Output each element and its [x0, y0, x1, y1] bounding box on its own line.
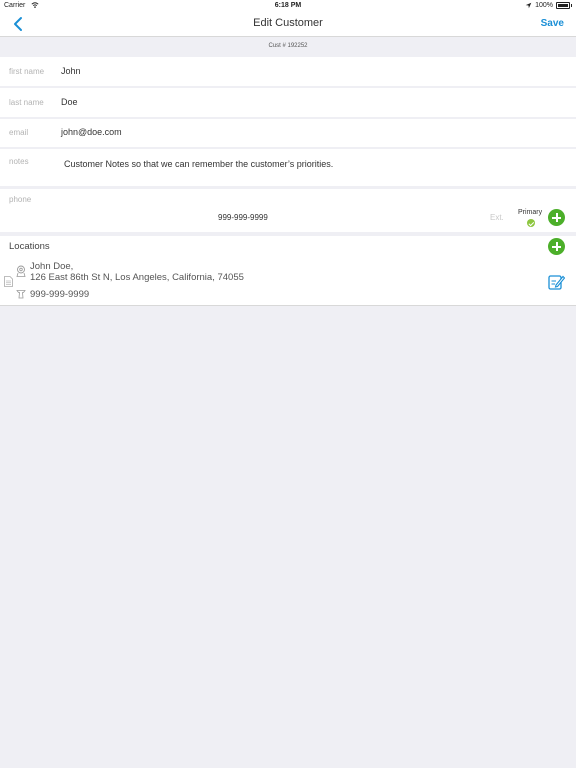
- add-location-button[interactable]: [548, 238, 565, 255]
- last-name-field[interactable]: Doe: [61, 97, 78, 107]
- location-address: 126 East 86th St N, Los Angeles, Califor…: [30, 272, 244, 283]
- clock: 6:18 PM: [274, 2, 302, 9]
- first-name-label: first name: [9, 67, 45, 76]
- battery-icon: [556, 2, 570, 9]
- notes-row[interactable]: notes Customer Notes so that we can reme…: [0, 149, 576, 186]
- location-phone: 999-999-9999: [30, 289, 90, 300]
- notes-label: notes: [9, 157, 29, 166]
- phone-label: phone: [9, 195, 32, 204]
- customer-number: Cust # 192252: [268, 43, 308, 49]
- navigation-bar: Edit Customer Save: [0, 12, 576, 37]
- phone-row: phone 999-999-9999 Ext. Primary: [0, 189, 576, 232]
- location-arrow-icon: [525, 2, 532, 9]
- locations-header: Locations: [0, 236, 576, 257]
- locations-title: Locations: [9, 241, 50, 252]
- location-item[interactable]: John Doe, 126 East 86th St N, Los Angele…: [0, 257, 576, 306]
- email-field[interactable]: john@doe.com: [61, 127, 122, 137]
- document-icon: [4, 276, 13, 287]
- page-title: Edit Customer: [253, 17, 323, 29]
- phone-icon: [16, 290, 26, 299]
- location-name: John Doe,: [30, 261, 74, 272]
- notes-field[interactable]: Customer Notes so that we can remember t…: [64, 159, 333, 169]
- status-right: 100%: [525, 2, 572, 9]
- email-label: email: [9, 128, 29, 137]
- edit-icon[interactable]: [548, 273, 565, 290]
- location-pin-icon: [16, 265, 26, 277]
- phone-ext-field[interactable]: Ext.: [490, 213, 504, 222]
- last-name-label: last name: [9, 98, 44, 107]
- add-phone-button[interactable]: [548, 209, 565, 226]
- save-button[interactable]: Save: [541, 18, 564, 29]
- first-name-row[interactable]: first name John: [0, 57, 576, 86]
- battery-tip: [571, 4, 572, 7]
- first-name-field[interactable]: John: [61, 66, 81, 76]
- status-bar: Carrier 6:18 PM 100%: [0, 0, 576, 12]
- last-name-row[interactable]: last name Doe: [0, 88, 576, 117]
- battery-percent: 100%: [535, 2, 553, 9]
- email-row[interactable]: email john@doe.com: [0, 119, 576, 147]
- primary-check-icon[interactable]: [527, 219, 535, 227]
- primary-label: Primary: [518, 209, 543, 216]
- phone-field[interactable]: 999-999-9999: [218, 213, 268, 222]
